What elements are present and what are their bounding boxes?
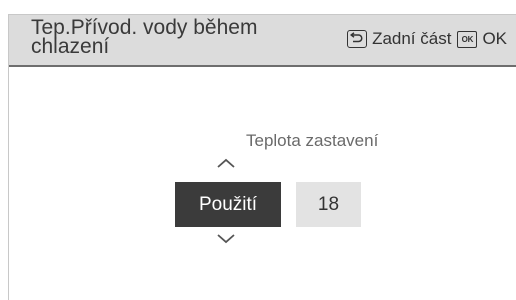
mode-selector[interactable]: Použití: [175, 182, 281, 227]
back-label: Zadní část: [372, 29, 452, 48]
temperature-value[interactable]: 18: [296, 182, 361, 227]
ok-label: OK: [482, 29, 507, 48]
page-title: Tep.Přívod. vody během chlazení: [31, 16, 258, 58]
return-arrow-icon: [347, 30, 368, 48]
header-bar: Tep.Přívod. vody během chlazení Zadní čá…: [9, 15, 516, 67]
settings-screen: Tep.Přívod. vody během chlazení Zadní čá…: [8, 14, 516, 300]
header-actions: Zadní část OK OK: [347, 29, 507, 49]
chevron-up-icon[interactable]: [217, 155, 235, 173]
ok-button[interactable]: OK OK: [457, 29, 507, 49]
chevron-down-icon[interactable]: [217, 231, 235, 249]
ok-key-icon: OK: [457, 30, 478, 48]
setpoint-label: Teplota zastavení: [246, 131, 379, 150]
back-button[interactable]: Zadní část: [347, 29, 451, 49]
